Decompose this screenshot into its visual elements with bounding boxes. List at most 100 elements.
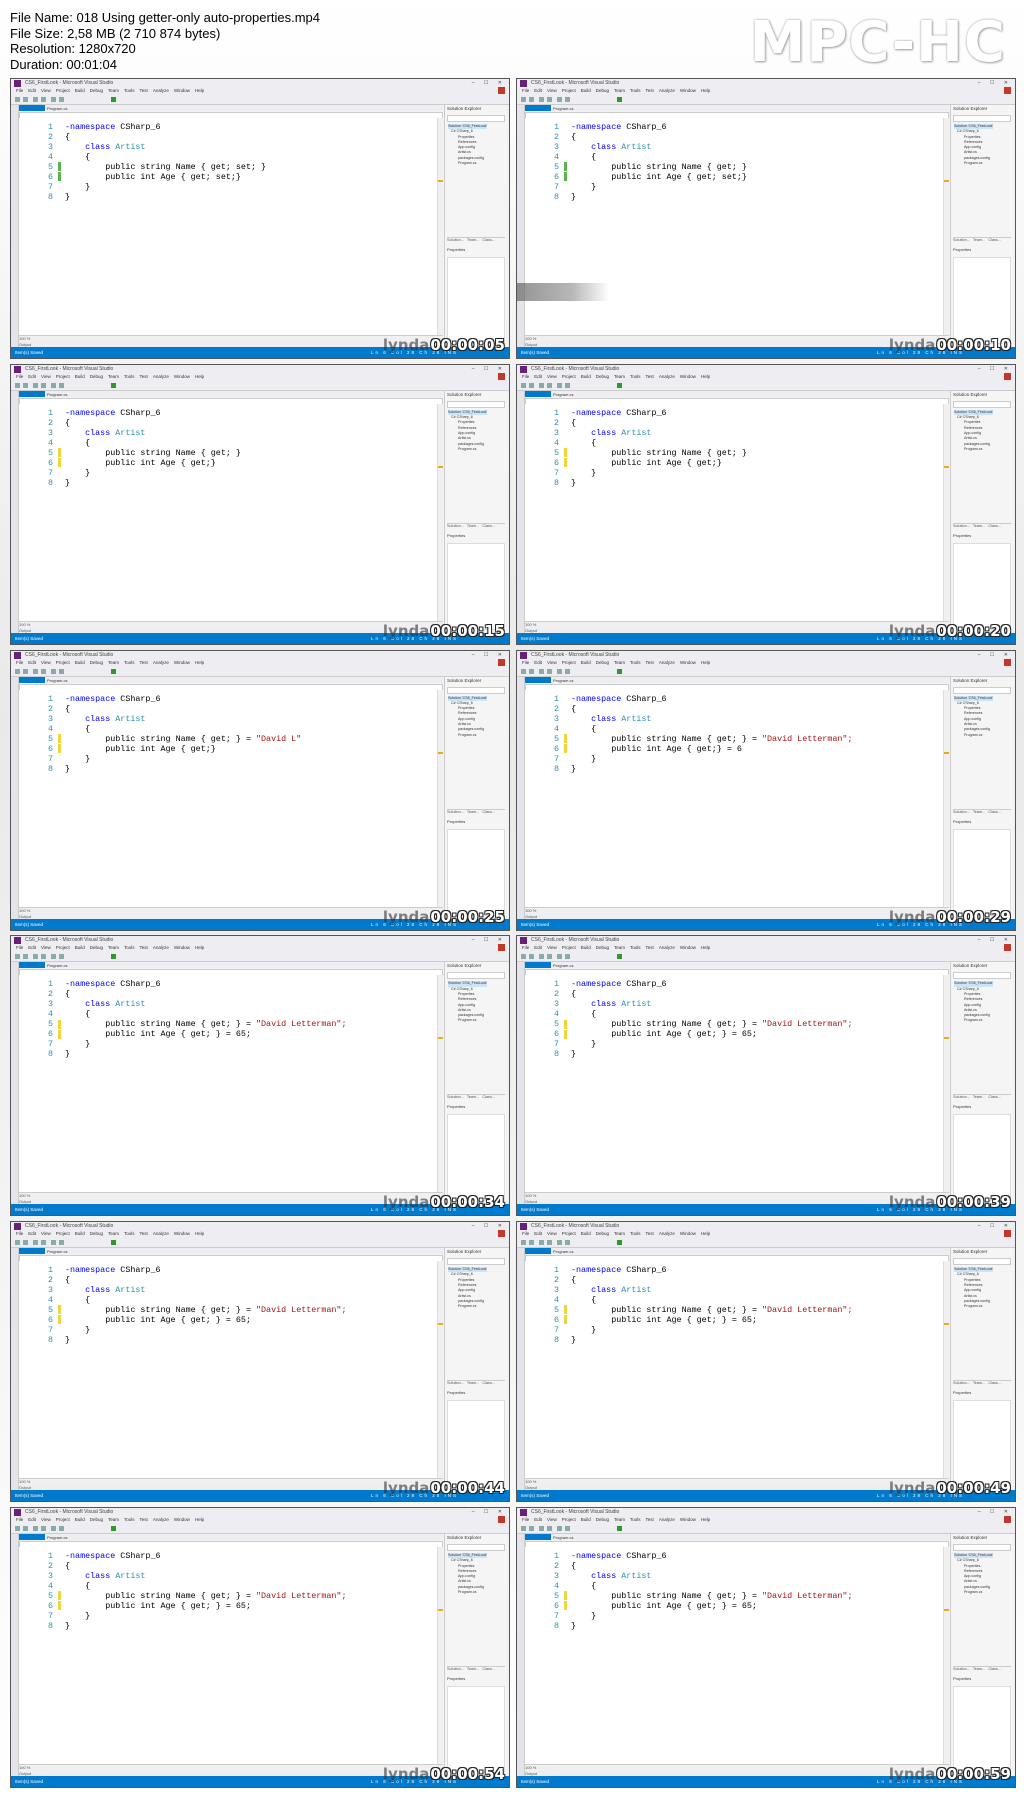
menu-item[interactable]: Build (75, 945, 85, 950)
zoom-level[interactable]: 100 % (525, 906, 949, 914)
se-tab[interactable]: Team... (973, 810, 985, 814)
menu-item[interactable]: Help (195, 374, 204, 379)
menu-item[interactable]: Analyze (659, 88, 675, 93)
redo-icon[interactable] (59, 668, 64, 674)
save-icon[interactable] (41, 954, 46, 960)
se-tab[interactable]: Team... (467, 524, 479, 528)
menu-item[interactable]: Team (614, 1231, 625, 1236)
redo-icon[interactable] (59, 1240, 64, 1246)
menu-item[interactable]: Analyze (659, 945, 675, 950)
redo-icon[interactable] (565, 1240, 570, 1246)
save-icon[interactable] (547, 1240, 552, 1246)
menu-item[interactable]: Project (562, 945, 576, 950)
back-icon[interactable] (521, 382, 526, 388)
zoom-level[interactable]: 100 % (525, 335, 949, 342)
code-editor[interactable]: 1 -namespace CSharp_6 2{ 3 class Artist 4… (19, 118, 443, 336)
avatar[interactable] (498, 944, 505, 952)
menu-item[interactable]: Build (581, 1231, 591, 1236)
menu-item[interactable]: Team (108, 945, 119, 950)
tab-artist[interactable] (525, 390, 551, 397)
se-tab[interactable]: Solution... (953, 524, 970, 528)
tab-program[interactable]: Program.cs (47, 1249, 67, 1254)
tab-artist[interactable] (525, 105, 551, 111)
menu-item[interactable]: Window (174, 660, 190, 665)
menu-item[interactable]: Build (581, 660, 591, 665)
undo-icon[interactable] (51, 382, 56, 388)
forward-icon[interactable] (23, 97, 28, 102)
forward-icon[interactable] (23, 382, 28, 388)
avatar[interactable] (1004, 658, 1011, 666)
start-icon[interactable] (617, 668, 622, 674)
forward-icon[interactable] (529, 1525, 534, 1531)
tree-item[interactable]: Program.cs (448, 733, 487, 738)
avatar[interactable] (498, 372, 505, 380)
undo-icon[interactable] (557, 668, 562, 674)
tab-artist[interactable] (525, 962, 551, 969)
menu-item[interactable]: Analyze (153, 88, 169, 93)
menu-item[interactable]: File (522, 88, 529, 93)
tab-artist[interactable] (19, 1248, 45, 1255)
tab-artist[interactable] (19, 390, 45, 397)
menu-item[interactable]: Tools (630, 945, 641, 950)
tab-artist[interactable] (525, 1248, 551, 1255)
se-tab[interactable]: Class... (988, 238, 1001, 242)
back-icon[interactable] (15, 1240, 20, 1246)
menu-item[interactable]: Edit (28, 1517, 36, 1522)
menu-item[interactable]: Edit (28, 945, 36, 950)
vertical-scrollbar[interactable] (943, 975, 949, 1194)
undo-icon[interactable] (51, 954, 56, 960)
menu-item[interactable]: Help (195, 88, 204, 93)
menu-item[interactable]: Project (562, 374, 576, 379)
se-tab[interactable]: Class... (988, 524, 1001, 528)
tab-artist[interactable] (19, 105, 45, 111)
redo-icon[interactable] (59, 1525, 64, 1531)
menu-item[interactable]: Build (581, 1517, 591, 1522)
vertical-scrollbar[interactable] (437, 403, 443, 622)
save-icon[interactable] (547, 954, 552, 960)
new-project-icon[interactable] (33, 1525, 38, 1531)
menu-item[interactable]: Debug (596, 88, 609, 93)
save-icon[interactable] (547, 97, 552, 102)
menu-item[interactable]: Tools (124, 945, 135, 950)
back-icon[interactable] (521, 668, 526, 674)
solution-search-input[interactable] (447, 115, 505, 122)
menu-item[interactable]: Team (108, 1517, 119, 1522)
menu-item[interactable]: Tools (630, 88, 641, 93)
tab-artist[interactable] (19, 676, 45, 683)
menu-item[interactable]: Team (614, 660, 625, 665)
solution-search-input[interactable] (447, 1258, 505, 1266)
window-controls[interactable]: – ☐ ✕ (472, 366, 506, 372)
save-icon[interactable] (547, 1525, 552, 1531)
menu-item[interactable]: Project (56, 945, 70, 950)
forward-icon[interactable] (529, 97, 534, 102)
forward-icon[interactable] (23, 1525, 28, 1531)
redo-icon[interactable] (59, 97, 64, 102)
menu-item[interactable]: Edit (534, 1517, 542, 1522)
tab-artist[interactable] (525, 676, 551, 683)
solution-search-input[interactable] (447, 972, 505, 980)
solution-search-input[interactable] (447, 400, 505, 408)
back-icon[interactable] (15, 382, 20, 388)
window-controls[interactable]: – ☐ ✕ (978, 366, 1012, 372)
se-tab[interactable]: Class... (482, 524, 495, 528)
se-tab[interactable]: Team... (467, 1095, 479, 1099)
tree-item[interactable]: Program.cs (448, 161, 487, 166)
menu-item[interactable]: Help (701, 660, 710, 665)
menu-item[interactable]: Tools (630, 1517, 641, 1522)
menu-item[interactable]: Project (56, 1517, 70, 1522)
zoom-level[interactable]: 100 % (19, 1478, 443, 1486)
menu-item[interactable]: Analyze (153, 945, 169, 950)
menu-item[interactable]: Build (75, 1517, 85, 1522)
tab-program[interactable]: Program.cs (47, 963, 67, 968)
menu-item[interactable]: Team (108, 374, 119, 379)
solution-search-input[interactable] (447, 686, 505, 694)
se-tab[interactable]: Team... (467, 1667, 479, 1671)
avatar[interactable] (498, 1515, 505, 1523)
code-editor[interactable]: 1 -namespace CSharp_6 2{ 3 class Artist 4… (525, 1261, 949, 1480)
menu-item[interactable]: View (41, 88, 51, 93)
menu-item[interactable]: View (41, 945, 51, 950)
se-tab[interactable]: Class... (988, 810, 1001, 814)
se-tab[interactable]: Solution... (447, 810, 464, 814)
zoom-level[interactable]: 100 % (19, 620, 443, 628)
solution-search-input[interactable] (953, 1543, 1011, 1551)
